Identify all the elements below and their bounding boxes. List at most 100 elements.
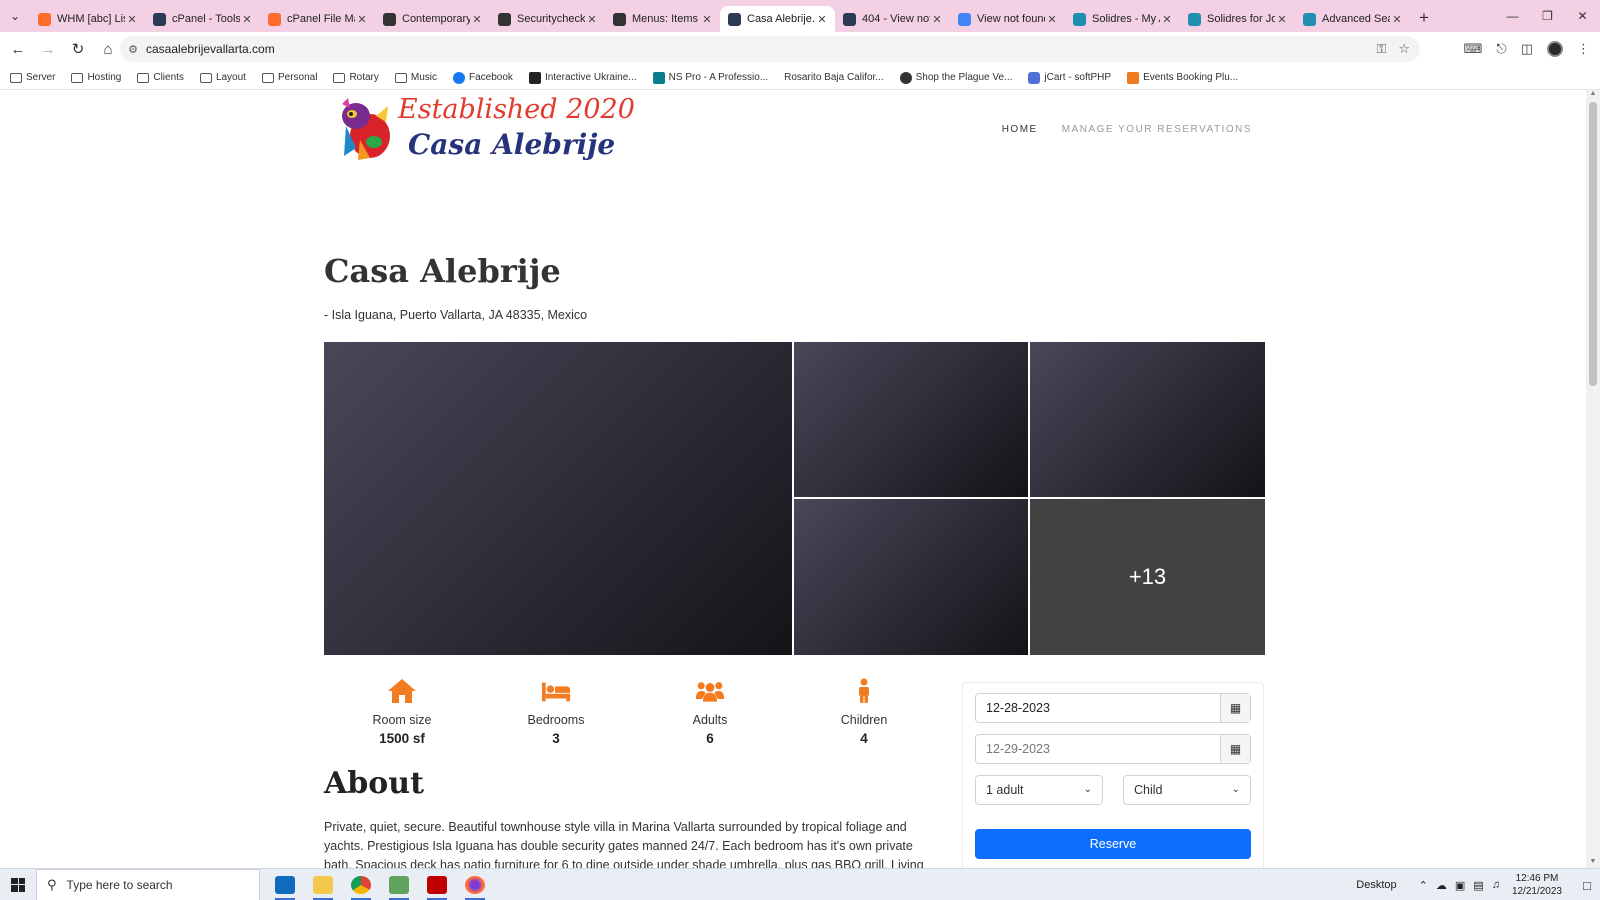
password-key-icon[interactable]: ⚿ xyxy=(1376,41,1386,57)
start-button[interactable] xyxy=(0,869,36,900)
scrollbar-thumb[interactable] xyxy=(1589,102,1597,386)
onedrive-cloud-icon[interactable]: ☁ xyxy=(1436,879,1447,892)
windows-logo-icon xyxy=(11,877,25,892)
bookmark-folder[interactable]: Hosting xyxy=(71,72,121,83)
browser-tab[interactable]: cPanel - Tools ✕ xyxy=(145,6,260,32)
browser-tab[interactable]: Securitycheck ✕ xyxy=(490,6,605,32)
system-tray: Desktop ⌃ ☁ ▣ ▤ ♫ 12:46 PM 12/21/2023 □ xyxy=(1356,869,1600,900)
tab-search-button[interactable]: ⌄ xyxy=(0,0,30,32)
calendar-icon[interactable]: ▦ xyxy=(1220,735,1250,763)
chevron-up-icon[interactable]: ⌃ xyxy=(1419,879,1428,892)
firefox-app[interactable] xyxy=(456,869,494,900)
forward-icon[interactable]: → xyxy=(34,35,62,63)
gallery-main-photo[interactable] xyxy=(324,342,792,655)
close-tab-icon[interactable]: ✕ xyxy=(240,13,254,26)
checkout-date-field[interactable]: 12-29-2023 ▦ xyxy=(975,734,1251,764)
profile-avatar[interactable] xyxy=(1547,41,1563,57)
bookmark-label: Events Booking Plu... xyxy=(1143,72,1239,83)
close-tab-icon[interactable]: ✕ xyxy=(355,13,369,26)
close-tab-icon[interactable]: ✕ xyxy=(585,13,599,26)
browser-tab[interactable]: Solidres for Jo ✕ xyxy=(1180,6,1295,32)
desktop-toolbar-label[interactable]: Desktop xyxy=(1356,879,1396,891)
property-title: Casa Alebrije xyxy=(324,252,561,290)
chrome-app[interactable] xyxy=(342,869,380,900)
close-tab-icon[interactable]: ✕ xyxy=(930,13,944,26)
new-tab-button[interactable]: + xyxy=(1410,8,1438,28)
browser-tab[interactable]: Casa Alebrije. I ✕ xyxy=(720,6,835,32)
checkin-date-field[interactable]: 12-28-2023 ▦ xyxy=(975,693,1251,723)
calendar-icon[interactable]: ▦ xyxy=(1220,694,1250,722)
browser-tab[interactable]: 404 - View not ✕ xyxy=(835,6,950,32)
bookmark-link[interactable]: Shop the Plague Ve... xyxy=(899,71,1012,84)
home-browser-icon[interactable]: ⌂ xyxy=(94,35,122,63)
bookmark-folder[interactable]: Rotary xyxy=(333,72,379,83)
address-bar[interactable]: ⚙ casaalebrijevallarta.com ⚿ ☆ xyxy=(120,36,1420,62)
scroll-up-icon[interactable]: ▲ xyxy=(1586,90,1600,100)
filezilla-app[interactable] xyxy=(418,869,456,900)
browser-tab[interactable]: WHM [abc] Lis ✕ xyxy=(30,6,145,32)
clock[interactable]: 12:46 PM 12/21/2023 xyxy=(1512,872,1562,898)
nav-manage-reservations[interactable]: MANAGE YOUR RESERVATIONS xyxy=(1062,124,1252,135)
bookmark-folder[interactable]: Server xyxy=(10,72,55,83)
site-info-icon[interactable]: ⚙ xyxy=(120,43,146,56)
close-tab-icon[interactable]: ✕ xyxy=(1390,13,1404,26)
browser-tab[interactable]: Advanced Sear ✕ xyxy=(1295,6,1410,32)
taskbar-search[interactable]: ⚲ Type here to search xyxy=(36,868,260,900)
gallery-more-photos[interactable]: +13 xyxy=(1030,499,1265,655)
bookmark-link[interactable]: Facebook xyxy=(453,71,513,84)
checkin-date-value[interactable]: 12-28-2023 xyxy=(976,694,1220,722)
close-tab-icon[interactable]: ✕ xyxy=(1160,13,1174,26)
device-icon[interactable]: ▣ xyxy=(1455,879,1465,892)
back-icon[interactable]: ← xyxy=(4,35,32,63)
close-tab-icon[interactable]: ✕ xyxy=(815,13,829,26)
notification-icon[interactable]: □ xyxy=(1574,878,1600,893)
bookmark-folder[interactable]: Music xyxy=(394,72,437,83)
url-text[interactable]: casaalebrijevallarta.com xyxy=(146,42,275,56)
bookmark-link[interactable]: Events Booking Plu... xyxy=(1127,71,1239,84)
reload-icon[interactable]: ↻ xyxy=(64,35,92,63)
network-icon[interactable]: ▤ xyxy=(1473,879,1483,892)
scroll-down-icon[interactable]: ▼ xyxy=(1586,858,1600,868)
devtools-icon[interactable]: ⌨ xyxy=(1464,41,1483,57)
close-tab-icon[interactable]: ✕ xyxy=(470,13,484,26)
bookmark-folder[interactable]: Layout xyxy=(199,72,246,83)
bookmark-folder[interactable]: Clients xyxy=(137,72,184,83)
bookmark-link[interactable]: jCart - softPHP xyxy=(1028,71,1111,84)
gallery-photo[interactable] xyxy=(794,499,1028,655)
bookmark-folder[interactable]: Personal xyxy=(261,72,317,83)
side-panel-icon[interactable]: ◫ xyxy=(1521,41,1533,57)
file-explorer-app[interactable] xyxy=(304,869,342,900)
site-logo[interactable]: Established 2020 Casa Alebrije xyxy=(336,94,635,166)
browser-menu-icon[interactable]: ⋮ xyxy=(1577,41,1590,57)
close-window-icon[interactable]: ✕ xyxy=(1565,0,1600,32)
bookmark-link[interactable]: Interactive Ukraine... xyxy=(528,71,637,84)
browser-tab[interactable]: Menus: Items (✕ xyxy=(605,6,720,32)
volume-icon[interactable]: ♫ xyxy=(1492,879,1500,892)
browser-tab[interactable]: View not found ✕ xyxy=(950,6,1065,32)
image-editor-app[interactable] xyxy=(380,869,418,900)
feature-value: 6 xyxy=(706,731,714,746)
restore-icon[interactable]: ❐ xyxy=(1530,0,1565,32)
gallery-photo[interactable] xyxy=(1030,342,1265,497)
bookmark-link[interactable]: NS Pro - A Professio... xyxy=(652,71,768,84)
nav-home[interactable]: HOME xyxy=(1002,124,1038,135)
browser-tab[interactable]: cPanel File Ma ✕ xyxy=(260,6,375,32)
bookmark-star-icon[interactable]: ☆ xyxy=(1398,41,1410,57)
close-tab-icon[interactable]: ✕ xyxy=(700,13,714,26)
close-tab-icon[interactable]: ✕ xyxy=(125,13,139,26)
page-scrollbar[interactable]: ▲ ▼ xyxy=(1586,90,1600,868)
folder-icon xyxy=(313,875,333,894)
close-tab-icon[interactable]: ✕ xyxy=(1275,13,1289,26)
gallery-photo[interactable] xyxy=(794,342,1028,497)
close-tab-icon[interactable]: ✕ xyxy=(1045,13,1059,26)
extensions-icon[interactable]: ⎋ xyxy=(1496,41,1506,57)
bookmark-link[interactable]: Rosarito Baja Califor... xyxy=(784,72,884,83)
adults-select[interactable]: 1 adult ⌄ xyxy=(975,775,1103,805)
reserve-button[interactable]: Reserve xyxy=(975,829,1251,859)
checkout-date-value[interactable]: 12-29-2023 xyxy=(976,735,1220,763)
outlook-app[interactable] xyxy=(266,869,304,900)
minimize-icon[interactable]: — xyxy=(1495,0,1530,32)
children-select[interactable]: Child ⌄ xyxy=(1123,775,1251,805)
browser-tab[interactable]: Contemporary ✕ xyxy=(375,6,490,32)
browser-tab[interactable]: Solidres - My A ✕ xyxy=(1065,6,1180,32)
